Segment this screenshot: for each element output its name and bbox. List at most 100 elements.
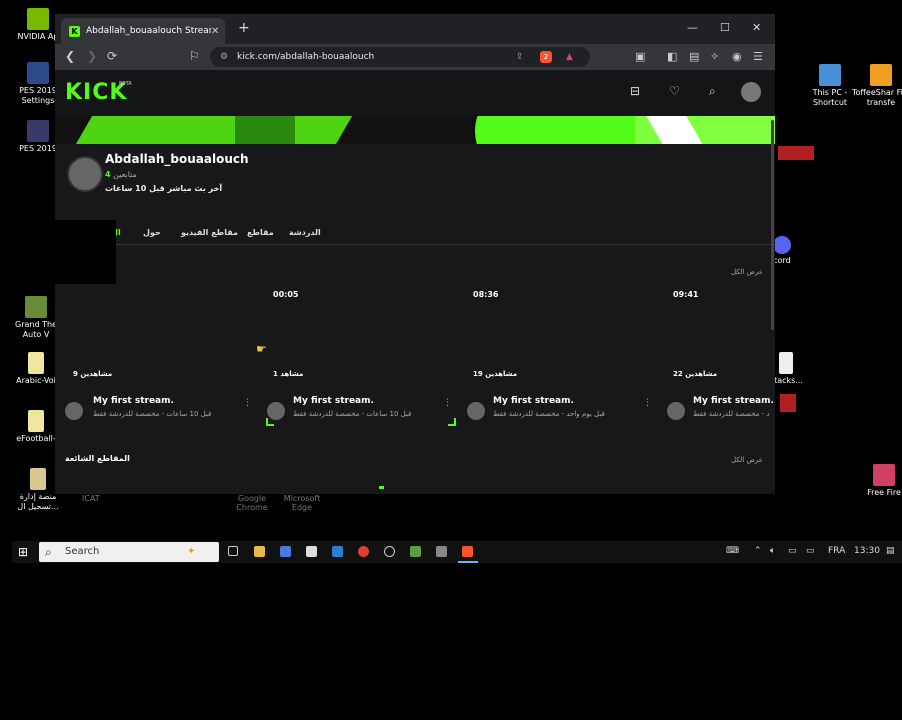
site-settings-icon[interactable]: ⚙ [220, 47, 228, 67]
outlook-icon[interactable] [332, 546, 343, 557]
video-subtitle: قبل يوم واحد - مخصصة للدردشة فقط [493, 410, 605, 418]
tab-videos[interactable]: مقاطع الفيديو [181, 228, 238, 237]
share-icon[interactable]: ⇪ [516, 47, 524, 67]
chrome-icon[interactable] [358, 546, 369, 557]
desktop-icon-label: Arabic-Voi [16, 376, 56, 385]
heart-icon[interactable]: ♡ [669, 84, 680, 98]
video-subtitle: قبل 10 ساعات - مخصصة للدردشة فقط [93, 410, 212, 418]
url-text: kick.com/abdallah-bouaalouch [237, 52, 375, 62]
search-icon[interactable]: ⌕ [709, 84, 716, 99]
video-duration: 08:36 [473, 290, 499, 299]
channel-profile: Abdallah_bouaalouch 4 متابعين آخر بث مبا… [55, 144, 775, 224]
desktop-hidden-label-edge: Microsoft Edge [283, 494, 321, 512]
tab-bar: K Abdallah_bouaalouch Stream - V ✕ + — ☐… [55, 14, 775, 44]
battery-icon[interactable]: ▭ [806, 546, 815, 556]
search-placeholder: Search [65, 546, 100, 557]
desktop-icon-label: This PC - Shortcut [812, 88, 848, 107]
store-icon[interactable] [306, 546, 317, 557]
video-title[interactable]: My first stream. [493, 396, 574, 406]
video-card[interactable]: 9 مشاهدين My first stream. قبل 10 ساعات … [55, 284, 252, 434]
clock[interactable]: 13:30 [854, 546, 880, 556]
more-options-icon[interactable]: ⋮ [643, 398, 652, 408]
game-app-icon[interactable] [436, 546, 447, 557]
copilot-icon[interactable] [280, 546, 291, 557]
discord-icon [773, 236, 791, 254]
file-icon [779, 352, 793, 374]
reload-icon[interactable]: ⟳ [107, 49, 117, 63]
red-decoration [778, 146, 814, 160]
video-subtitle: د - مخصصة للدردشة فقط [693, 410, 770, 418]
language-indicator[interactable]: FRA [828, 546, 845, 556]
url-bar[interactable]: ⚙ kick.com/abdallah-bouaalouch ⇪ 2 ▲ [210, 47, 590, 67]
video-views: 22 مشاهدين [673, 370, 718, 378]
banner-shape [475, 116, 655, 144]
keyboard-icon[interactable]: ⌨ [726, 546, 739, 556]
start-windows-icon[interactable]: ⊞ [18, 545, 28, 559]
desktop-icon-free-fire[interactable]: Free Fire [854, 464, 902, 498]
cursor-hand-icon: ☛ [256, 342, 267, 356]
computer-icon [819, 64, 841, 86]
green-marker [448, 418, 456, 426]
video-card[interactable]: 00:05 1 مشاهد My first stream. قبل 10 سا… [255, 284, 452, 434]
leo-ai-icon[interactable]: ✧ [710, 50, 719, 63]
following-icon[interactable]: ⊟ [630, 84, 640, 98]
file-explorer-icon[interactable] [254, 546, 265, 557]
volume-icon[interactable]: 🔈︎ [770, 546, 775, 556]
video-views: 19 مشاهدين [473, 370, 518, 378]
clips-show-all-link[interactable]: عرض الكل [731, 456, 763, 464]
clock-app-icon[interactable] [384, 546, 395, 557]
wallet-icon[interactable]: ▤ [689, 50, 699, 63]
task-view-icon[interactable] [228, 546, 238, 556]
tab-clips[interactable]: مقاطع [247, 228, 274, 237]
video-title[interactable]: My first stream. [93, 396, 174, 406]
channel-name: Abdallah_bouaalouch [105, 152, 249, 166]
scrollbar[interactable] [771, 120, 774, 330]
video-avatar [467, 402, 485, 420]
reader-mode-icon[interactable]: ▣ [635, 50, 645, 63]
close-window-icon[interactable]: ✕ [752, 21, 761, 34]
followers-label: متابعين [113, 170, 137, 179]
brave-rewards-icon[interactable]: ▲ [566, 47, 573, 67]
maximize-icon[interactable]: ☐ [720, 21, 730, 34]
brave-browser-icon[interactable] [462, 546, 473, 557]
red-decoration [780, 394, 796, 412]
minimize-icon[interactable]: — [687, 21, 698, 34]
video-avatar [65, 402, 83, 420]
chevron-up-icon[interactable]: ⌃ [754, 546, 762, 556]
forward-icon[interactable]: ❯ [87, 49, 97, 63]
video-title[interactable]: My first stream. [693, 396, 774, 406]
video-title[interactable]: My first stream. [293, 396, 374, 406]
more-options-icon[interactable]: ⋮ [243, 398, 252, 408]
network-icon[interactable]: ▭ [788, 546, 797, 556]
last-live: آخر بث مباشر قبل 10 ساعات [105, 184, 223, 193]
taskbar-search-box[interactable]: ⌕ Search ✦ [39, 542, 219, 562]
banner-shape [235, 116, 295, 144]
bookmark-icon[interactable]: ⚐ [189, 49, 200, 63]
desktop-icon-label: eFootball- [16, 434, 56, 443]
desktop-icon-label: ToffeeShar File transfe [851, 88, 902, 107]
banner-shape [74, 116, 376, 144]
tab-about[interactable]: حول [143, 228, 161, 237]
notification-icon[interactable]: ▤ [886, 546, 895, 556]
video-card[interactable]: 08:36 19 مشاهدين My first stream. قبل يو… [455, 284, 652, 434]
desktop-icon-label: cord [773, 256, 791, 265]
nvidia-icon [27, 8, 49, 30]
video-views: 1 مشاهد [273, 370, 304, 378]
videos-show-all-link[interactable]: عرض الكل [731, 268, 763, 276]
video-card[interactable]: 09:41 22 مشاهدين My first stream. د - مخ… [655, 284, 775, 434]
android-studio-icon[interactable] [410, 546, 421, 557]
browser-tab[interactable]: K Abdallah_bouaalouch Stream - V ✕ [61, 18, 225, 44]
vpn-icon[interactable]: ◉ [732, 50, 742, 63]
user-avatar[interactable] [741, 82, 761, 102]
menu-icon[interactable]: ☰ [753, 50, 763, 63]
new-tab-icon[interactable]: + [238, 20, 250, 36]
back-icon[interactable]: ❮ [65, 49, 75, 63]
desktop-icon-label: منصة إدارة تسجيل ال... [17, 492, 59, 511]
desktop-icon-toffeeshare[interactable]: ToffeeShar File transfe [851, 64, 902, 108]
sidebar-icon[interactable]: ◧ [667, 50, 677, 63]
tab-chat[interactable]: الدردشة [289, 228, 321, 237]
brave-shield-icon[interactable]: 2 [540, 51, 552, 63]
site-header: KICK BETA ⊟ ♡ ⌕ [55, 70, 775, 116]
more-options-icon[interactable]: ⋮ [443, 398, 452, 408]
close-tab-icon[interactable]: ✕ [211, 26, 225, 37]
